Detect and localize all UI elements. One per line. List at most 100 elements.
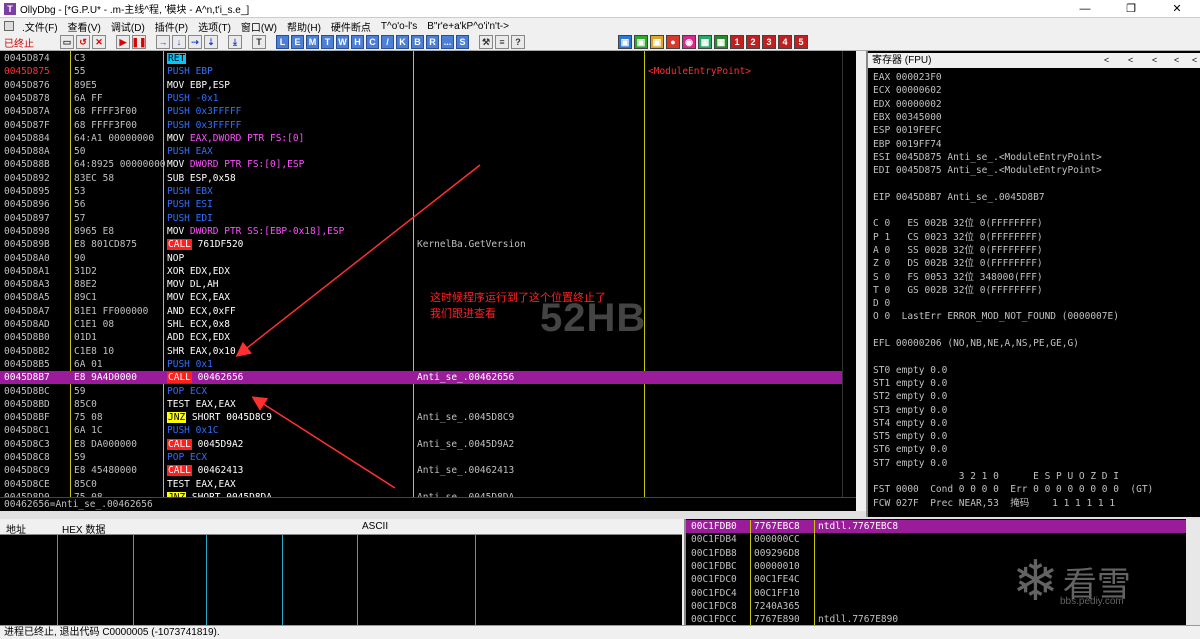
bookmark-4-button[interactable]: 4 <box>778 35 792 49</box>
register-line[interactable]: EDI 0045D875 Anti_se_.<ModuleEntryPoint> <box>873 164 1102 177</box>
register-line[interactable]: ST0 empty 0.0 <box>873 364 947 377</box>
bookmark-3-button[interactable]: 3 <box>762 35 776 49</box>
register-line[interactable]: EIP 0045D8B7 Anti_se_.0045D8B7 <box>873 191 1045 204</box>
menu-help[interactable]: 帮助(H) <box>287 19 321 34</box>
disasm-row[interactable]: 0045D8A5 89C1 MOV ECX,EAX <box>0 291 856 304</box>
register-line[interactable]: EFL 00000206 (NO,NB,NE,A,NS,PE,GE,G) <box>873 337 1079 350</box>
menu-window[interactable]: 窗口(W) <box>241 19 277 34</box>
disasm-row[interactable]: 0045D875 55 PUSH EBP <ModuleEntryPoint> <box>0 65 856 78</box>
stack-row[interactable]: 00C1FDCC 7767E890 ntdll.7767E890 <box>686 613 1200 625</box>
pause-icon[interactable]: ❚❚ <box>131 35 147 49</box>
stack-row[interactable]: 00C1FDB4 000000CC <box>686 533 1200 548</box>
register-line[interactable]: EBX 00345000 <box>873 111 942 124</box>
bookmark-2-button[interactable]: 2 <box>746 35 760 49</box>
menu-options[interactable]: 选项(T) <box>198 19 231 34</box>
window-cpu-button[interactable]: C <box>366 35 379 49</box>
disasm-row[interactable]: 0045D8A7 81E1 FF000000 AND ECX,0xFF <box>0 305 856 318</box>
window-memory-button[interactable]: M <box>306 35 319 49</box>
register-line[interactable]: ECX 00000602 <box>873 84 942 97</box>
register-line[interactable]: ST3 empty 0.0 <box>873 404 947 417</box>
wrench-icon[interactable]: ⚒ <box>479 35 493 49</box>
register-line[interactable]: C 0 ES 002B 32位 0(FFFFFFFF) <box>873 217 1043 230</box>
register-line[interactable]: ST2 empty 0.0 <box>873 390 947 403</box>
disasm-row[interactable]: 0045D8AD C1E1 08 SHL ECX,0x8 <box>0 318 856 331</box>
window-references-button[interactable]: R <box>426 35 439 49</box>
menu-file[interactable]: .文件(F) <box>22 19 58 34</box>
execute-till-return-icon[interactable]: ⤓ <box>228 35 242 49</box>
register-line[interactable]: O 0 LastErr ERROR_MOD_NOT_FOUND (0000007… <box>873 310 1119 323</box>
minimize-button[interactable]: — <box>1062 0 1108 18</box>
restart-icon[interactable]: ↺ <box>76 35 90 49</box>
close-process-icon[interactable]: ✕ <box>92 35 106 49</box>
disasm-row[interactable]: 0045D8B7 E8 9A4D0000 CALL 00462656 Anti_se_… <box>0 371 856 385</box>
register-line[interactable]: T 0 GS 002B 32位 0(FFFFFFFF) <box>873 284 1043 297</box>
register-line[interactable]: ST1 empty 0.0 <box>873 377 947 390</box>
plugin-icon[interactable]: ● <box>666 35 680 49</box>
register-line[interactable]: 3 2 1 0 E S P U O Z D I <box>873 470 1119 483</box>
window-log-button[interactable]: L <box>276 35 289 49</box>
menu-hw-breakpoint[interactable]: 硬件断点 <box>331 19 371 34</box>
register-line[interactable]: S 0 FS 0053 32位 348000(FFF) <box>873 271 1043 284</box>
trace-into-icon[interactable]: ⇢ <box>188 35 202 49</box>
register-line[interactable]: EBP 0019FF74 <box>873 138 942 151</box>
register-line[interactable]: ST7 empty 0.0 <box>873 457 947 470</box>
disasm-row[interactable]: 0045D8A1 31D2 XOR EDX,EDX <box>0 265 856 278</box>
goto-icon[interactable]: T <box>252 35 266 49</box>
disasm-row[interactable]: 0045D898 8965 E8 MOV DWORD PTR SS:[EBP-0x1… <box>0 225 856 238</box>
disasm-row[interactable]: 0045D87A 68 FFFF3F00 PUSH 0x3FFFFF <box>0 105 856 118</box>
disasm-row[interactable]: 0045D876 89E5 MOV EBP,ESP <box>0 79 856 92</box>
close-button[interactable]: ✕ <box>1154 0 1200 18</box>
col-address[interactable]: 地址 <box>6 521 26 536</box>
register-line[interactable]: P 1 CS 0023 32位 0(FFFFFFFF) <box>873 231 1043 244</box>
plugin-icon[interactable]: ◉ <box>682 35 696 49</box>
stack-scrollbar[interactable] <box>1186 519 1200 625</box>
disasm-row[interactable]: 0045D897 57 PUSH EDI <box>0 212 856 225</box>
window-callstack-button[interactable]: K <box>396 35 409 49</box>
help-icon[interactable]: ? <box>511 35 525 49</box>
menu-plugins[interactable]: 插件(P) <box>155 19 188 34</box>
disasm-row[interactable]: 0045D8BF 75 08 JNZ SHORT 0045D8C9 Anti_se_.… <box>0 411 856 424</box>
plugin-icon[interactable]: ▣ <box>618 35 632 49</box>
window-breakpoints-button[interactable]: B <box>411 35 424 49</box>
register-line[interactable]: FST 0000 Cond 0 0 0 0 Err 0 0 0 0 0 0 0 … <box>873 483 1153 496</box>
col-hex[interactable]: HEX 数据 <box>62 521 105 536</box>
window-modules-button[interactable]: E <box>291 35 304 49</box>
disasm-row[interactable]: 0045D896 56 PUSH ESI <box>0 198 856 211</box>
registers-pane[interactable]: 寄存器 (FPU) < < < < < EAX 000023F0 ECX 0000… <box>866 51 1200 517</box>
disasm-row[interactable]: 0045D8C3 E8 DA000000 CALL 0045D9A2 Anti_se_… <box>0 438 856 451</box>
disassembly-pane[interactable]: 0045D874 C3 RET 0045D875 55 PUSH EBP <ModuleE… <box>0 51 856 497</box>
register-line[interactable]: ST4 empty 0.0 <box>873 417 947 430</box>
nav-arrow-icon[interactable]: < <box>1192 53 1197 68</box>
register-line[interactable]: EDX 00000002 <box>873 98 942 111</box>
window-handles-button[interactable]: H <box>351 35 364 49</box>
step-over-icon[interactable]: ↓ <box>172 35 186 49</box>
register-line[interactable]: ST6 empty 0.0 <box>873 443 947 456</box>
disasm-row[interactable]: 0045D8BD 85C0 TEST EAX,EAX <box>0 398 856 411</box>
register-line[interactable]: Z 0 DS 002B 32位 0(FFFFFFFF) <box>873 257 1043 270</box>
plugin-icon[interactable]: ▦ <box>714 35 728 49</box>
disasm-row[interactable]: 0045D892 83EC 58 SUB ESP,0x58 <box>0 172 856 185</box>
plugin-icon[interactable]: ▣ <box>650 35 664 49</box>
list-icon[interactable]: ≡ <box>495 35 509 49</box>
disasm-row[interactable]: 0045D8B5 6A 01 PUSH 0x1 <box>0 358 856 371</box>
menu-debug[interactable]: 调试(D) <box>111 19 145 34</box>
disasm-row[interactable]: 0045D87F 68 FFFF3F00 PUSH 0x3FFFFF <box>0 119 856 132</box>
disasm-row[interactable]: 0045D8A0 90 NOP <box>0 252 856 265</box>
run-icon[interactable]: ▶ <box>116 35 130 49</box>
plugin-icon[interactable]: ▦ <box>698 35 712 49</box>
nav-arrow-icon[interactable]: < <box>1174 53 1179 68</box>
window-threads-button[interactable]: T <box>321 35 334 49</box>
trace-over-icon[interactable]: ⇣ <box>204 35 218 49</box>
disasm-row[interactable]: 0045D88A 50 PUSH EAX <box>0 145 856 158</box>
disasm-row[interactable]: 0045D884 64:A1 00000000 MOV EAX,DWORD PTR … <box>0 132 856 145</box>
window-windows-button[interactable]: W <box>336 35 349 49</box>
open-icon[interactable]: ▭ <box>60 35 74 49</box>
register-line[interactable]: EAX 000023F0 <box>873 71 942 84</box>
step-into-icon[interactable]: → <box>156 35 170 49</box>
disasm-row[interactable]: 0045D8C1 6A 1C PUSH 0x1C <box>0 424 856 437</box>
disasm-row[interactable]: 0045D878 6A FF PUSH -0x1 <box>0 92 856 105</box>
nav-arrow-icon[interactable]: < <box>1104 53 1109 68</box>
disasm-row[interactable]: 0045D8CE 85C0 TEST EAX,EAX <box>0 478 856 491</box>
bookmark-5-button[interactable]: 5 <box>794 35 808 49</box>
hex-dump-pane[interactable]: 地址 HEX 数据 ASCII <box>0 519 682 625</box>
